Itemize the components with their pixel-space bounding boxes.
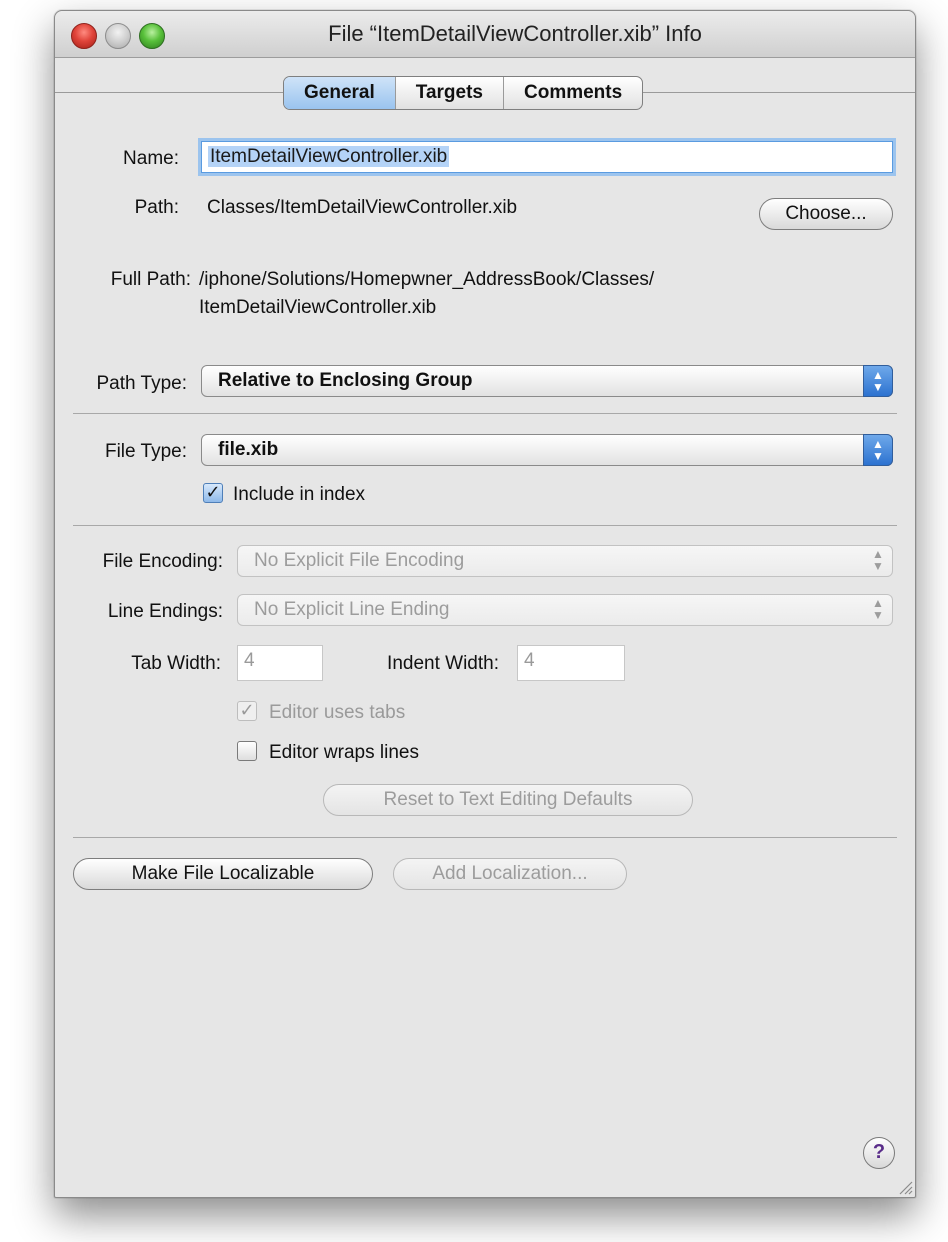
- editor-uses-tabs-label: Editor uses tabs: [269, 702, 406, 723]
- file-encoding-value: No Explicit File Encoding: [254, 550, 465, 571]
- tab-general[interactable]: General: [284, 77, 396, 109]
- file-encoding-popup[interactable]: No Explicit File Encoding ▲ ▼: [237, 545, 893, 577]
- name-field[interactable]: ItemDetailViewController.xib: [201, 141, 893, 173]
- popup-arrows-icon: ▲ ▼: [872, 547, 884, 573]
- editor-wraps-lines-checkbox[interactable]: [237, 741, 257, 761]
- full-path-line-1: /iphone/Solutions/Homepwner_AddressBook/…: [199, 269, 655, 290]
- info-window: File “ItemDetailViewController.xib” Info…: [54, 10, 916, 1198]
- window-title: File “ItemDetailViewController.xib” Info: [328, 21, 702, 46]
- resize-grip-icon[interactable]: [895, 1177, 913, 1195]
- full-path-line-2: ItemDetailViewController.xib: [199, 297, 437, 318]
- popup-arrows-icon: ▲ ▼: [863, 434, 893, 466]
- tab-width-field[interactable]: 4: [237, 645, 323, 681]
- line-endings-label: Line Endings:: [107, 601, 223, 622]
- include-in-index-checkbox[interactable]: ✓: [203, 483, 223, 503]
- reset-text-editing-defaults-button[interactable]: Reset to Text Editing Defaults: [323, 784, 693, 816]
- full-path-label: Full Path:: [110, 269, 191, 290]
- popup-arrows-icon: ▲ ▼: [872, 596, 884, 622]
- add-localization-button[interactable]: Add Localization...: [393, 858, 627, 890]
- file-type-value: file.xib: [218, 439, 279, 460]
- indent-width-field[interactable]: 4: [517, 645, 625, 681]
- tab-comments[interactable]: Comments: [504, 77, 642, 109]
- popup-arrows-icon: ▲ ▼: [863, 365, 893, 397]
- title-bar[interactable]: File “ItemDetailViewController.xib” Info: [55, 11, 915, 58]
- name-value: ItemDetailViewController.xib: [208, 146, 450, 167]
- editor-wraps-lines-label: Editor wraps lines: [269, 742, 419, 763]
- tab-targets[interactable]: Targets: [396, 77, 504, 109]
- path-type-value: Relative to Enclosing Group: [218, 370, 473, 391]
- divider: [73, 413, 897, 414]
- help-icon[interactable]: ?: [863, 1137, 895, 1169]
- name-label: Name:: [123, 148, 179, 169]
- path-label: Path:: [134, 197, 179, 218]
- file-type-label: File Type:: [104, 441, 187, 462]
- line-endings-popup[interactable]: No Explicit Line Ending ▲ ▼: [237, 594, 893, 626]
- path-type-popup[interactable]: Relative to Enclosing Group ▲ ▼: [201, 365, 893, 397]
- file-encoding-label: File Encoding:: [102, 551, 223, 572]
- make-file-localizable-button[interactable]: Make File Localizable: [73, 858, 373, 890]
- line-endings-value: No Explicit Line Ending: [254, 599, 450, 620]
- tab-width-label: Tab Width:: [131, 653, 221, 674]
- include-in-index-label: Include in index: [233, 484, 366, 505]
- divider: [73, 525, 897, 526]
- path-type-label: Path Type:: [96, 373, 188, 394]
- editor-uses-tabs-checkbox[interactable]: ✓: [237, 701, 257, 721]
- file-type-popup[interactable]: file.xib ▲ ▼: [201, 434, 893, 466]
- choose-button[interactable]: Choose...: [759, 198, 893, 230]
- tab-bar: General Targets Comments: [283, 76, 644, 110]
- indent-width-label: Indent Width:: [387, 653, 499, 674]
- divider: [73, 837, 897, 838]
- path-value: Classes/ItemDetailViewController.xib: [207, 197, 518, 218]
